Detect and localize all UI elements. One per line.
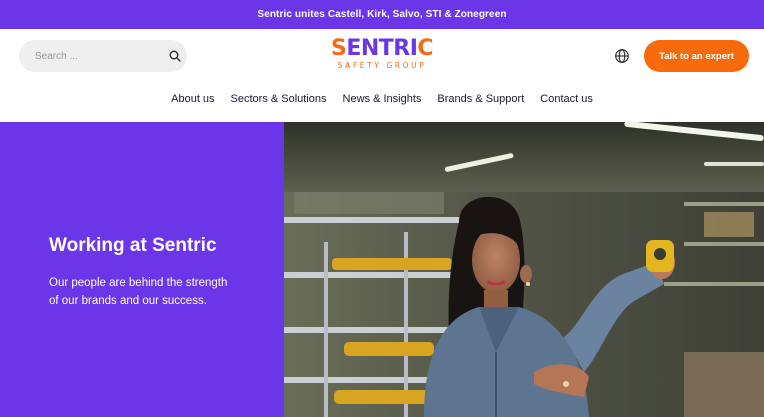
announcement-text: Sentric unites Castell, Kirk, Salvo, STI…	[257, 9, 507, 20]
site-header: SENTRIC SAFETY GROUP Talk to an expert A…	[0, 29, 764, 122]
hero-title: Working at Sentric	[49, 235, 217, 256]
sentric-logo[interactable]: SENTRIC SAFETY GROUP	[330, 38, 434, 72]
main-nav: About us Sectors & Solutions News & Insi…	[0, 93, 764, 105]
hero-section: Working at Sentric Our people are behind…	[0, 122, 764, 417]
globe-icon[interactable]	[614, 48, 630, 64]
search-input[interactable]	[33, 49, 169, 63]
search-bar[interactable]	[19, 40, 187, 72]
announcement-bar: Sentric unites Castell, Kirk, Salvo, STI…	[0, 0, 764, 29]
nav-item-contact[interactable]: Contact us	[540, 93, 593, 105]
hero-photo	[284, 122, 764, 417]
nav-item-news[interactable]: News & Insights	[343, 93, 422, 105]
warehouse-worker-image	[284, 122, 764, 417]
hero-description: Our people are behind the strength of ou…	[49, 277, 228, 307]
logo-subtitle: SAFETY GROUP	[337, 61, 427, 70]
talk-to-expert-button[interactable]: Talk to an expert	[644, 40, 749, 72]
hero-text-panel: Working at Sentric Our people are behind…	[0, 122, 284, 417]
nav-item-sectors[interactable]: Sectors & Solutions	[231, 93, 327, 105]
nav-item-about[interactable]: About us	[171, 93, 214, 105]
nav-item-brands[interactable]: Brands & Support	[437, 93, 524, 105]
search-icon[interactable]	[169, 49, 181, 63]
logo-wordmark: SENTRIC	[330, 36, 434, 61]
